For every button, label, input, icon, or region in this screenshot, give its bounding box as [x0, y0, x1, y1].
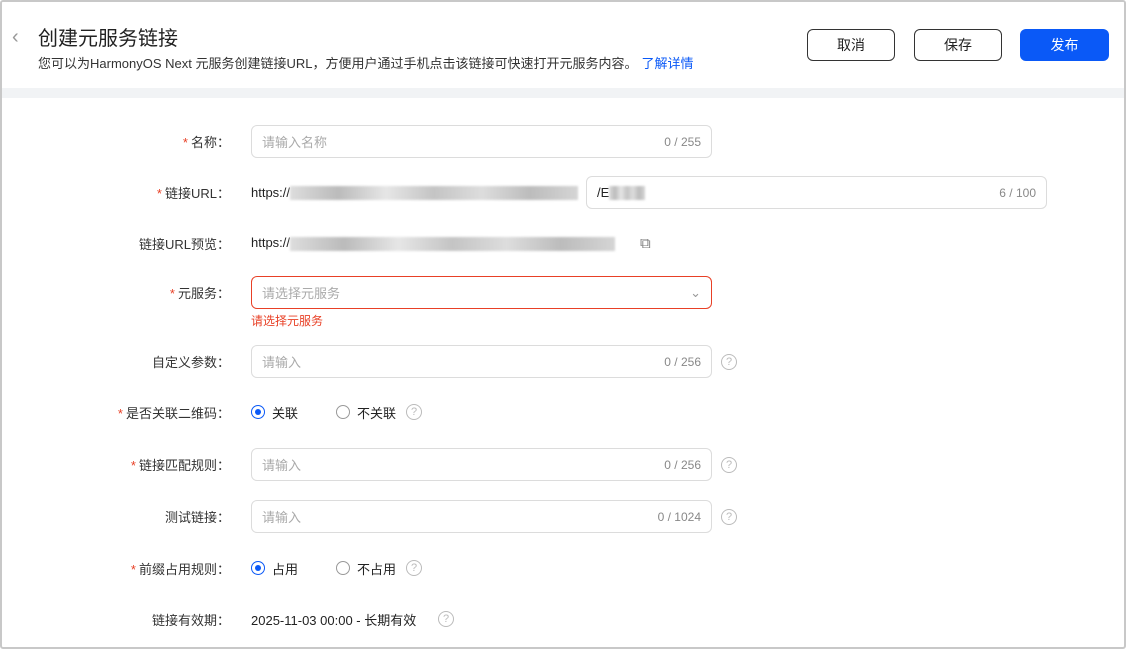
help-icon[interactable]: ?: [721, 508, 737, 525]
name-label: * 名称：: [182, 135, 230, 150]
label-text: 是否关联二维码：: [125, 405, 230, 421]
back-icon[interactable]: ‹: [12, 26, 19, 49]
placeholder: 请输入: [262, 355, 302, 370]
url-path-input[interactable]: /E 6 / 100: [586, 176, 1047, 209]
description-text: 您可以为HarmonyOS Next 元服务创建链接URL，方便用户通过手机点击…: [38, 56, 638, 71]
name-input[interactable]: 请输入名称 0 / 255: [251, 125, 712, 158]
radio-checked: [251, 561, 265, 575]
prefix-row: * 前缀占用规则： 占用 不占用 ?: [2, 559, 1124, 577]
prefix-text: https://: [251, 184, 291, 200]
chevron-down-icon: ⌄: [690, 284, 701, 300]
learn-more-link[interactable]: 了解详情: [641, 56, 693, 71]
placeholder: 请输入: [262, 458, 302, 473]
rule-label: * 链接匹配规则：: [130, 458, 230, 473]
help-icon[interactable]: ?: [721, 456, 737, 473]
prefix-text: https://: [251, 235, 291, 251]
help-icon[interactable]: ?: [406, 404, 422, 420]
char-count: 0 / 256: [664, 354, 701, 369]
save-button[interactable]: 保存: [914, 29, 1002, 61]
params-row: 自定义参数： 请输入 0 / 256 ?: [2, 345, 1124, 378]
preview-label: 链接URL预览：: [138, 236, 230, 252]
publish-button[interactable]: 发布: [1020, 29, 1109, 61]
rule-row: * 链接匹配规则： 请输入 0 / 256 ?: [2, 448, 1124, 481]
rule-input[interactable]: 请输入 0 / 256: [251, 448, 712, 481]
page: ‹ 创建元服务链接 您可以为HarmonyOS Next 元服务创建链接URL，…: [0, 0, 1126, 649]
qr-row: * 是否关联二维码： 关联 不关联 ?: [2, 403, 1124, 421]
prefix-label: * 前缀占用规则：: [130, 561, 230, 577]
placeholder: 请输入名称: [262, 135, 328, 150]
radio-label: 关联: [272, 405, 299, 421]
test-label: 测试链接：: [164, 510, 230, 525]
test-link-input[interactable]: 请输入 0 / 1024: [251, 500, 712, 533]
char-count: 0 / 1024: [657, 509, 701, 524]
placeholder: 请选择元服务: [262, 286, 341, 301]
label-text: 元服务：: [177, 286, 230, 301]
validity-label: 链接有效期：: [151, 612, 230, 628]
help-icon[interactable]: ?: [406, 560, 422, 576]
radio-checked: [251, 405, 265, 419]
char-count: 0 / 255: [664, 134, 701, 149]
radio-no-link-qr[interactable]: 不关联: [336, 403, 396, 422]
redacted-domain: [290, 186, 579, 201]
service-label: * 元服务：: [169, 286, 230, 301]
copy-icon[interactable]: ⧉: [640, 235, 651, 252]
radio-label: 占用: [272, 561, 299, 577]
validity-value: 2025-11-03 00:00 - 长期有效: [251, 612, 417, 628]
params-label: 自定义参数：: [151, 355, 230, 370]
url-preview: https://: [251, 235, 616, 251]
divider: [2, 88, 1124, 98]
radio-no-occupy[interactable]: 不占用: [336, 559, 396, 578]
char-count: 0 / 256: [664, 457, 701, 472]
validity-row: 链接有效期： 2025-11-03 00:00 - 长期有效 ?: [2, 610, 1124, 628]
help-icon[interactable]: ?: [438, 611, 454, 627]
service-row: * 元服务： 请选择元服务 ⌄: [2, 276, 1124, 309]
service-error: 请选择元服务: [251, 314, 324, 328]
redacted-url: [290, 236, 616, 251]
char-count: 6 / 100: [999, 185, 1036, 200]
radio-label: 不占用: [357, 561, 397, 577]
url-prefix: https://: [251, 184, 579, 201]
service-select[interactable]: 请选择元服务 ⌄: [251, 276, 712, 309]
page-description: 您可以为HarmonyOS Next 元服务创建链接URL，方便用户通过手机点击…: [38, 53, 694, 72]
radio-unchecked: [336, 561, 350, 575]
test-row: 测试链接： 请输入 0 / 1024 ?: [2, 500, 1124, 533]
qr-label: * 是否关联二维码：: [117, 405, 230, 421]
page-title: 创建元服务链接: [38, 28, 178, 50]
redacted: [609, 185, 646, 200]
value: /E: [597, 185, 610, 200]
radio-link-qr[interactable]: 关联: [251, 403, 298, 422]
label-text: 前缀占用规则：: [138, 561, 230, 577]
radio-unchecked: [336, 405, 350, 419]
url-label: * 链接URL：: [156, 186, 230, 201]
url-row: * 链接URL： https:// /E 6 / 100: [2, 176, 1124, 209]
help-icon[interactable]: ?: [721, 353, 737, 370]
label-text: 名称：: [190, 135, 230, 150]
cancel-button[interactable]: 取消: [807, 29, 895, 61]
name-row: * 名称： 请输入名称 0 / 255: [2, 125, 1124, 158]
placeholder: 请输入: [262, 510, 302, 525]
header: ‹ 创建元服务链接 您可以为HarmonyOS Next 元服务创建链接URL，…: [2, 2, 1124, 88]
label-text: 链接匹配规则：: [138, 458, 230, 473]
preview-row: 链接URL预览： https:// ⧉: [2, 234, 1124, 252]
radio-label: 不关联: [357, 405, 397, 421]
label-text: 链接URL：: [164, 186, 230, 201]
params-input[interactable]: 请输入 0 / 256: [251, 345, 712, 378]
radio-occupy[interactable]: 占用: [251, 559, 298, 578]
